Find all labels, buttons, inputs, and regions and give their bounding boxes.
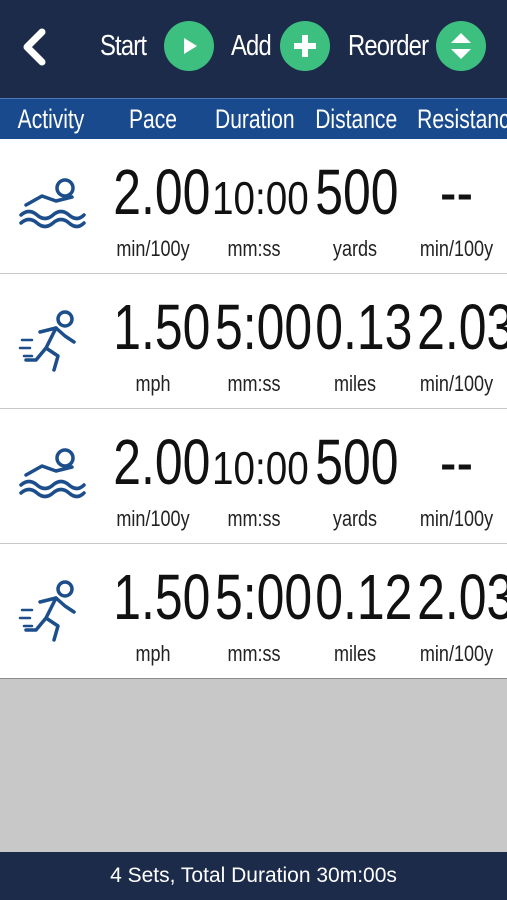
pace-unit: min/100y [116,506,190,531]
chevron-left-icon [16,27,56,67]
resistance-value: -- [439,426,474,498]
reorder-label: Reorder [348,29,429,62]
distance-unit: yards [332,506,378,531]
header-activity: Activity [17,104,85,134]
resistance-unit: min/100y [419,236,494,261]
table-row[interactable]: 2.00 min/100y 10:00 mm:ss 500 yards -- m… [0,409,507,544]
duration-value: 5:00 [215,291,313,363]
add-button[interactable]: Add [231,21,333,71]
table-row[interactable]: 1.50 mph 5:00 mm:ss 0.13 miles 2.03 min/… [0,274,507,409]
pace-value: 2.00 [113,156,211,228]
pace-value: 1.50 [113,291,211,363]
summary-footer: 4 Sets, Total Duration 30m:00s [0,852,507,900]
resistance-value: -- [439,156,474,228]
empty-list-area [0,680,507,852]
table-row[interactable]: 2.00 min/100y 10:00 mm:ss 500 yards -- m… [0,139,507,274]
pace-unit: mph [135,371,171,396]
run-icon [18,580,86,644]
pace-unit: min/100y [116,236,190,261]
distance-value: 500 [315,156,399,228]
distance-value: 500 [315,426,399,498]
duration-unit: mm:ss [227,641,281,666]
duration-unit: mm:ss [227,506,281,531]
header-duration: Duration [215,104,295,134]
resistance-unit: min/100y [419,506,494,531]
plus-icon [280,21,330,71]
header-pace: Pace [128,104,177,134]
add-label: Add [231,29,272,62]
distance-unit: yards [332,236,378,261]
sort-icon [436,21,486,71]
duration-unit: mm:ss [227,236,281,261]
reorder-button[interactable]: Reorder [348,21,488,71]
top-toolbar: Start Add Reorder [0,0,507,98]
resistance-value: 2.03 [417,291,507,363]
header-resistance: Resistance [417,104,507,134]
pace-value: 2.00 [113,426,211,498]
start-button[interactable]: Start [100,21,218,71]
distance-value: 0.13 [315,291,413,363]
distance-unit: miles [333,371,377,396]
start-label: Start [100,29,147,62]
duration-value: 5:00 [215,561,313,633]
resistance-unit: min/100y [419,371,494,396]
run-icon [18,310,86,374]
swim-icon [18,445,86,509]
duration-value: 10:00 [212,442,309,494]
swim-icon [18,175,86,239]
distance-value: 0.12 [315,561,413,633]
pace-value: 1.50 [113,561,211,633]
resistance-unit: min/100y [419,641,494,666]
back-button[interactable] [16,27,56,67]
duration-unit: mm:ss [227,371,281,396]
resistance-value: 2.03 [417,561,507,633]
header-distance: Distance [315,104,398,134]
duration-value: 10:00 [212,172,309,224]
table-row[interactable]: 1.50 mph 5:00 mm:ss 0.12 miles 2.03 min/… [0,544,507,679]
play-icon [164,21,214,71]
pace-unit: mph [135,641,171,666]
column-header-row: Activity Pace Duration Distance Resistan… [0,98,507,139]
distance-unit: miles [333,641,377,666]
